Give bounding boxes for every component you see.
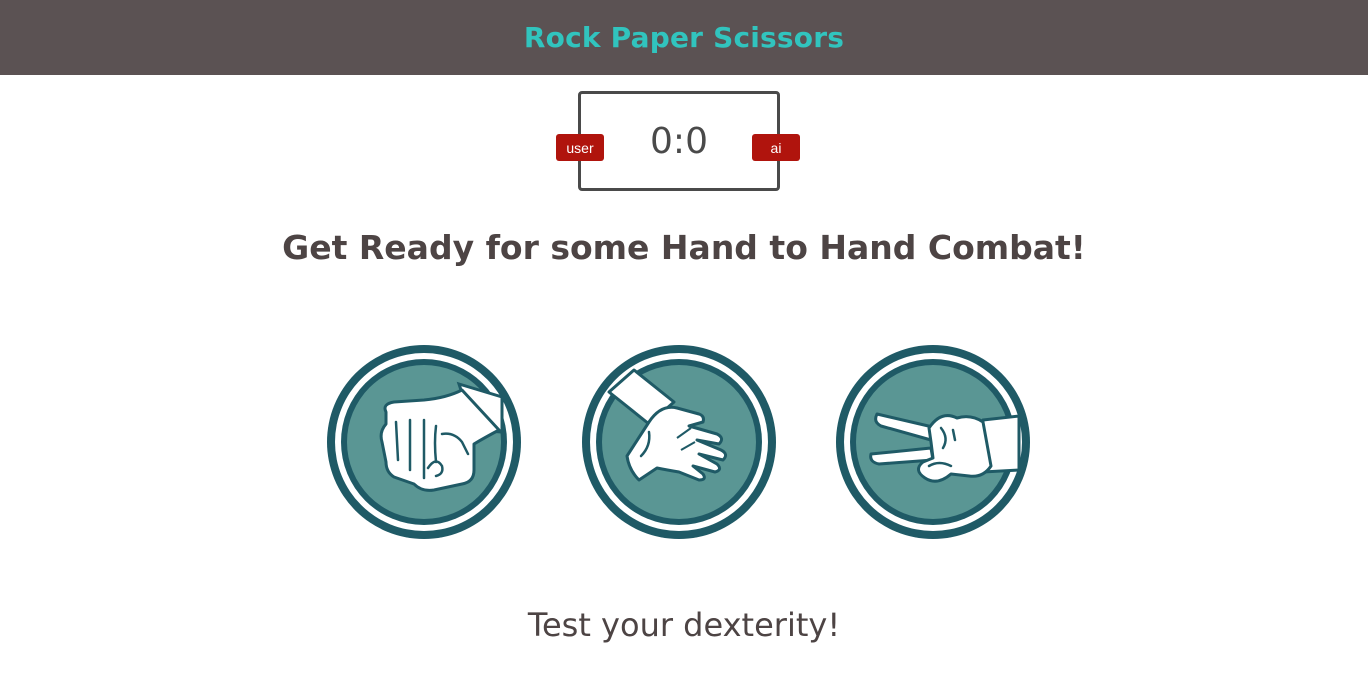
score-board: 0:0 bbox=[578, 91, 780, 191]
rock-fist-icon bbox=[327, 345, 521, 539]
rock-choice-button[interactable] bbox=[324, 342, 524, 542]
result-message: Get Ready for some Hand to Hand Combat! bbox=[282, 228, 1086, 267]
tagline: Test your dexterity! bbox=[527, 606, 841, 644]
app-header: Rock Paper Scissors bbox=[0, 0, 1368, 75]
scissors-choice-button[interactable] bbox=[833, 342, 1033, 542]
ai-badge: ai bbox=[752, 134, 800, 161]
paper-choice-button[interactable] bbox=[579, 342, 779, 542]
score-display: 0:0 bbox=[650, 120, 708, 162]
app-title: Rock Paper Scissors bbox=[523, 21, 845, 54]
paper-hand-icon bbox=[582, 345, 776, 539]
user-badge: user bbox=[556, 134, 604, 161]
scissors-hand-icon bbox=[836, 345, 1030, 539]
choices-row bbox=[0, 342, 1368, 542]
